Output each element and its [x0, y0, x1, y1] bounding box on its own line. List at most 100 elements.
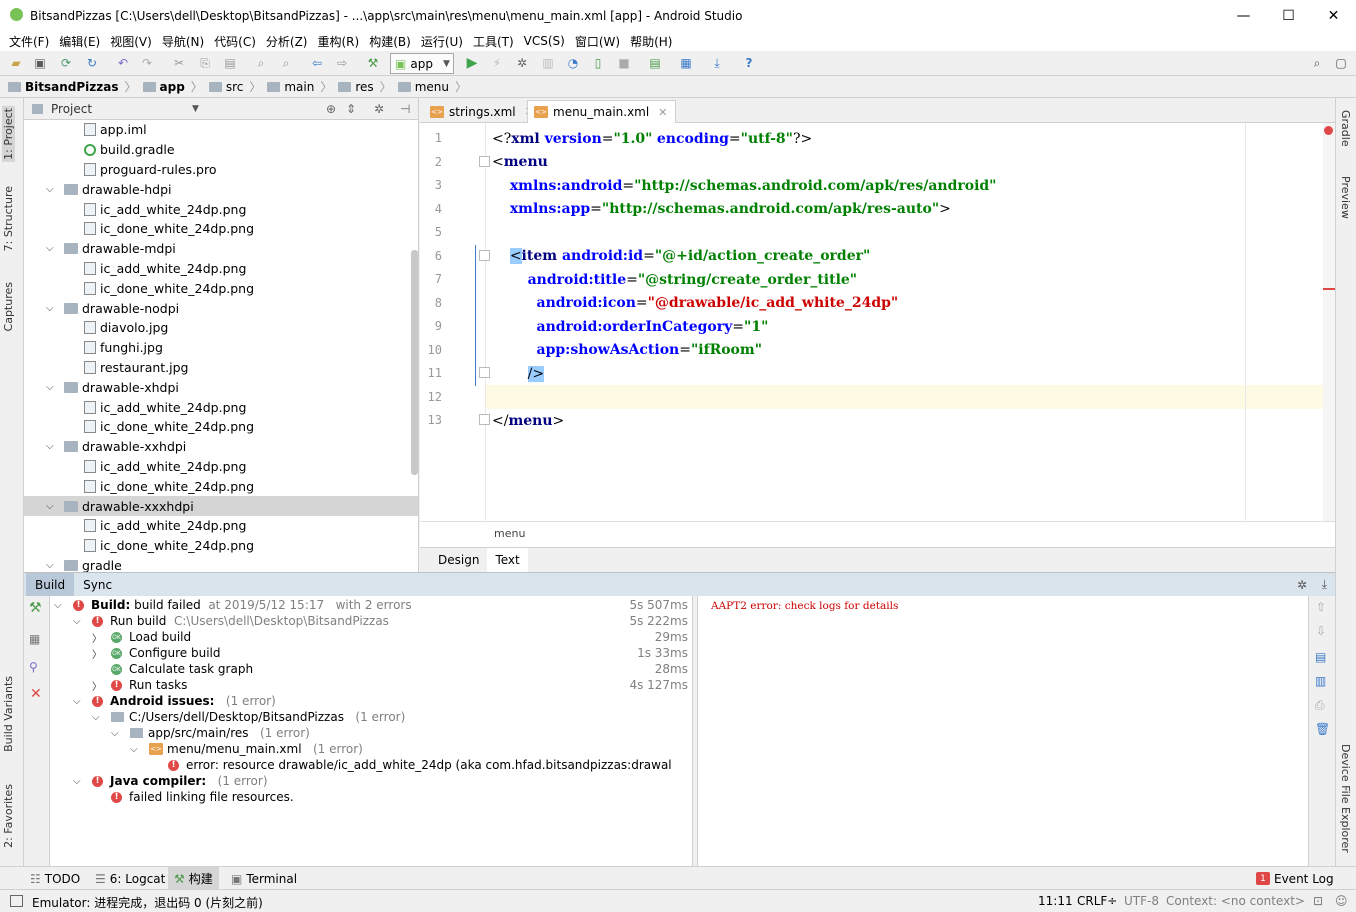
tree-item[interactable]: ic_add_white_24dp.png	[24, 397, 418, 417]
rebuild-icon[interactable]: ⚒	[29, 600, 42, 616]
code-line[interactable]: android:icon = "@drawable/ic_add_white_24d…	[492, 292, 899, 316]
tab-design[interactable]: Design	[430, 548, 487, 572]
maximize-button[interactable]: ☐	[1266, 0, 1311, 31]
tree-item[interactable]: ⌵ drawable-nodpi	[24, 298, 418, 318]
code-line[interactable]: </menu >	[492, 409, 564, 433]
code-line[interactable]: android:title = "@string/create_order_titl…	[492, 268, 857, 292]
menu-item[interactable]: 运行(U)	[416, 33, 468, 50]
tab-text[interactable]: Text	[487, 548, 528, 572]
chevron-down-icon[interactable]: ⌵	[46, 184, 54, 195]
menu-item[interactable]: 帮助(H)	[625, 33, 677, 50]
build-tree-row[interactable]: 〉 OK Load build 29ms	[50, 629, 692, 645]
device-manager-icon[interactable]: ⤓	[709, 55, 725, 71]
tree-item[interactable]: restaurant.jpg	[24, 358, 418, 378]
menu-item[interactable]: 工具(T)	[468, 33, 519, 50]
chevron-down-icon[interactable]: ⌵	[46, 560, 54, 571]
chevron-down-icon[interactable]: ⌵	[46, 243, 54, 254]
print-icon[interactable]: ⎙	[1315, 698, 1325, 713]
tab-menu-main-xml[interactable]: <> menu_main.xml ✕	[527, 100, 677, 123]
minimize-button[interactable]: —	[1221, 0, 1266, 31]
run-config-select[interactable]: ▣ app ▼	[390, 53, 454, 74]
build-tree-row[interactable]: ⌵! Android issues: (1 error)	[50, 693, 692, 709]
attach-debugger-icon[interactable]: ◔	[565, 55, 581, 71]
tab-device-file-explorer[interactable]: Device File Explorer	[1339, 744, 1352, 853]
code-line[interactable]: xmlns:app = "http://schemas.android.com/ap…	[492, 198, 951, 222]
chevron-right-icon[interactable]: 〉	[92, 630, 102, 645]
chevron-down-icon[interactable]: ▼	[192, 104, 199, 114]
tree-item[interactable]: ic_done_white_24dp.png	[24, 476, 418, 496]
up-arrow-icon[interactable]: ⇧	[1316, 600, 1326, 614]
build-tree-row[interactable]: OK Calculate task graph 28ms	[50, 661, 692, 677]
hide-panel-icon[interactable]: ⤓	[1322, 577, 1327, 592]
chevron-down-icon[interactable]: ⌵	[46, 303, 54, 314]
menu-item[interactable]: 窗口(W)	[570, 33, 625, 50]
menu-item[interactable]: 分析(Z)	[261, 33, 313, 50]
scroll-to-end-icon[interactable]: ▥	[1315, 674, 1326, 688]
tab-captures[interactable]: Captures	[2, 282, 15, 331]
breadcrumb-item[interactable]: menu 〉	[397, 78, 473, 95]
tab-gradle[interactable]: Gradle	[1339, 110, 1352, 147]
build-tree-row[interactable]: ⌵! Java compiler: (1 error)	[50, 773, 692, 789]
code-line[interactable]: < item android:id = "@+id/action_create_ord…	[492, 245, 870, 269]
scrollbar[interactable]	[411, 250, 418, 475]
tree-item[interactable]: funghi.jpg	[24, 338, 418, 358]
menu-item[interactable]: 代码(C)	[209, 33, 261, 50]
breadcrumb-item[interactable]: src 〉	[208, 78, 268, 95]
tree-item[interactable]: ic_done_white_24dp.png	[24, 219, 418, 239]
chevron-down-icon[interactable]: ⌵	[54, 600, 62, 611]
tree-item[interactable]: ic_done_white_24dp.png	[24, 278, 418, 298]
close-icon[interactable]: ✕	[658, 106, 667, 119]
tab-favorites[interactable]: 2: Favorites	[2, 784, 15, 848]
tree-item[interactable]: proguard-rules.pro	[24, 160, 418, 180]
forward-icon[interactable]: ⇨	[334, 55, 350, 71]
back-icon[interactable]: ⇦	[309, 55, 325, 71]
error-marker[interactable]	[1323, 288, 1335, 290]
menu-item[interactable]: 编辑(E)	[54, 33, 105, 50]
profile-icon[interactable]: ▥	[540, 55, 556, 71]
build-tree-row[interactable]: ⌵! Run build C:\Users\dell\Desktop\Bitsan…	[50, 613, 692, 629]
locate-icon[interactable]: ⊕	[326, 102, 336, 116]
tree-item[interactable]: ⌵ drawable-xhdpi	[24, 377, 418, 397]
tree-item[interactable]: ⌵ drawable-xxhdpi	[24, 437, 418, 457]
menu-item[interactable]: 视图(V)	[105, 33, 157, 50]
build-tree-row[interactable]: ! failed linking file resources.	[50, 789, 692, 805]
soft-wrap-icon[interactable]: ▤	[1315, 650, 1326, 664]
menu-item[interactable]: 构建(B)	[364, 33, 416, 50]
menu-item[interactable]: 重构(R)	[313, 33, 365, 50]
tree-item[interactable]: ic_done_white_24dp.png	[24, 417, 418, 437]
debug-icon[interactable]: ✲	[514, 55, 530, 71]
breadcrumb-item[interactable]: BitsandPizzas 〉	[8, 78, 143, 95]
tab-build-variants[interactable]: Build Variants	[2, 676, 15, 752]
tab-todo[interactable]: ☷ TODO	[30, 867, 80, 890]
build-tree-row[interactable]: ⌵! Build: build failed at 2019/5/12 15:17…	[50, 597, 692, 613]
copy-icon[interactable]: ⎘	[197, 55, 213, 71]
tree-item[interactable]: ⌵ drawable-hdpi	[24, 179, 418, 199]
tree-item[interactable]: app.iml	[24, 120, 418, 140]
file-encoding[interactable]: UTF-8	[1124, 894, 1159, 908]
make-project-icon[interactable]: ⚒	[365, 55, 381, 71]
build-tree-row[interactable]: ⌵ app/src/main/res (1 error)	[50, 725, 692, 741]
caret-position[interactable]: 11:11	[1038, 894, 1073, 908]
menu-item[interactable]: 导航(N)	[157, 33, 209, 50]
search-icon[interactable]: ⌕	[1309, 55, 1325, 71]
tree-item[interactable]: ⌵ gradle	[24, 556, 418, 572]
tab-logcat[interactable]: ☰ 6: Logcat	[95, 867, 165, 890]
breadcrumb-item[interactable]: main 〉	[267, 78, 338, 95]
tree-item[interactable]: build.gradle	[24, 140, 418, 160]
code-line[interactable]: < menu	[492, 151, 548, 175]
tab-terminal[interactable]: ▣ Terminal	[231, 867, 297, 890]
build-tree-row[interactable]: ! error: resource drawable/ic_add_white_2…	[50, 757, 692, 773]
code-line[interactable]: app:showAsAction = "ifRoom"	[492, 339, 763, 363]
tab-build[interactable]: Build	[26, 572, 75, 597]
chevron-right-icon[interactable]: 〉	[92, 678, 102, 693]
chevron-down-icon[interactable]: ⌵	[46, 501, 54, 512]
tab-project[interactable]: 1: Project	[2, 106, 15, 162]
build-tree-row[interactable]: ⌵ C:/Users/dell/Desktop/BitsandPizzas (1 …	[50, 709, 692, 725]
synchronize-icon[interactable]: ↻	[84, 55, 100, 71]
gear-icon[interactable]: ✲	[374, 102, 384, 116]
trash-icon[interactable]: 🗑	[1315, 722, 1330, 736]
chevron-right-icon[interactable]: 〉	[92, 646, 102, 661]
tree-item[interactable]: diavolo.jpg	[24, 318, 418, 338]
build-tree-row[interactable]: 〉! Run tasks 4s 127ms	[50, 677, 692, 693]
hide-icon[interactable]: ⊣	[400, 102, 410, 116]
